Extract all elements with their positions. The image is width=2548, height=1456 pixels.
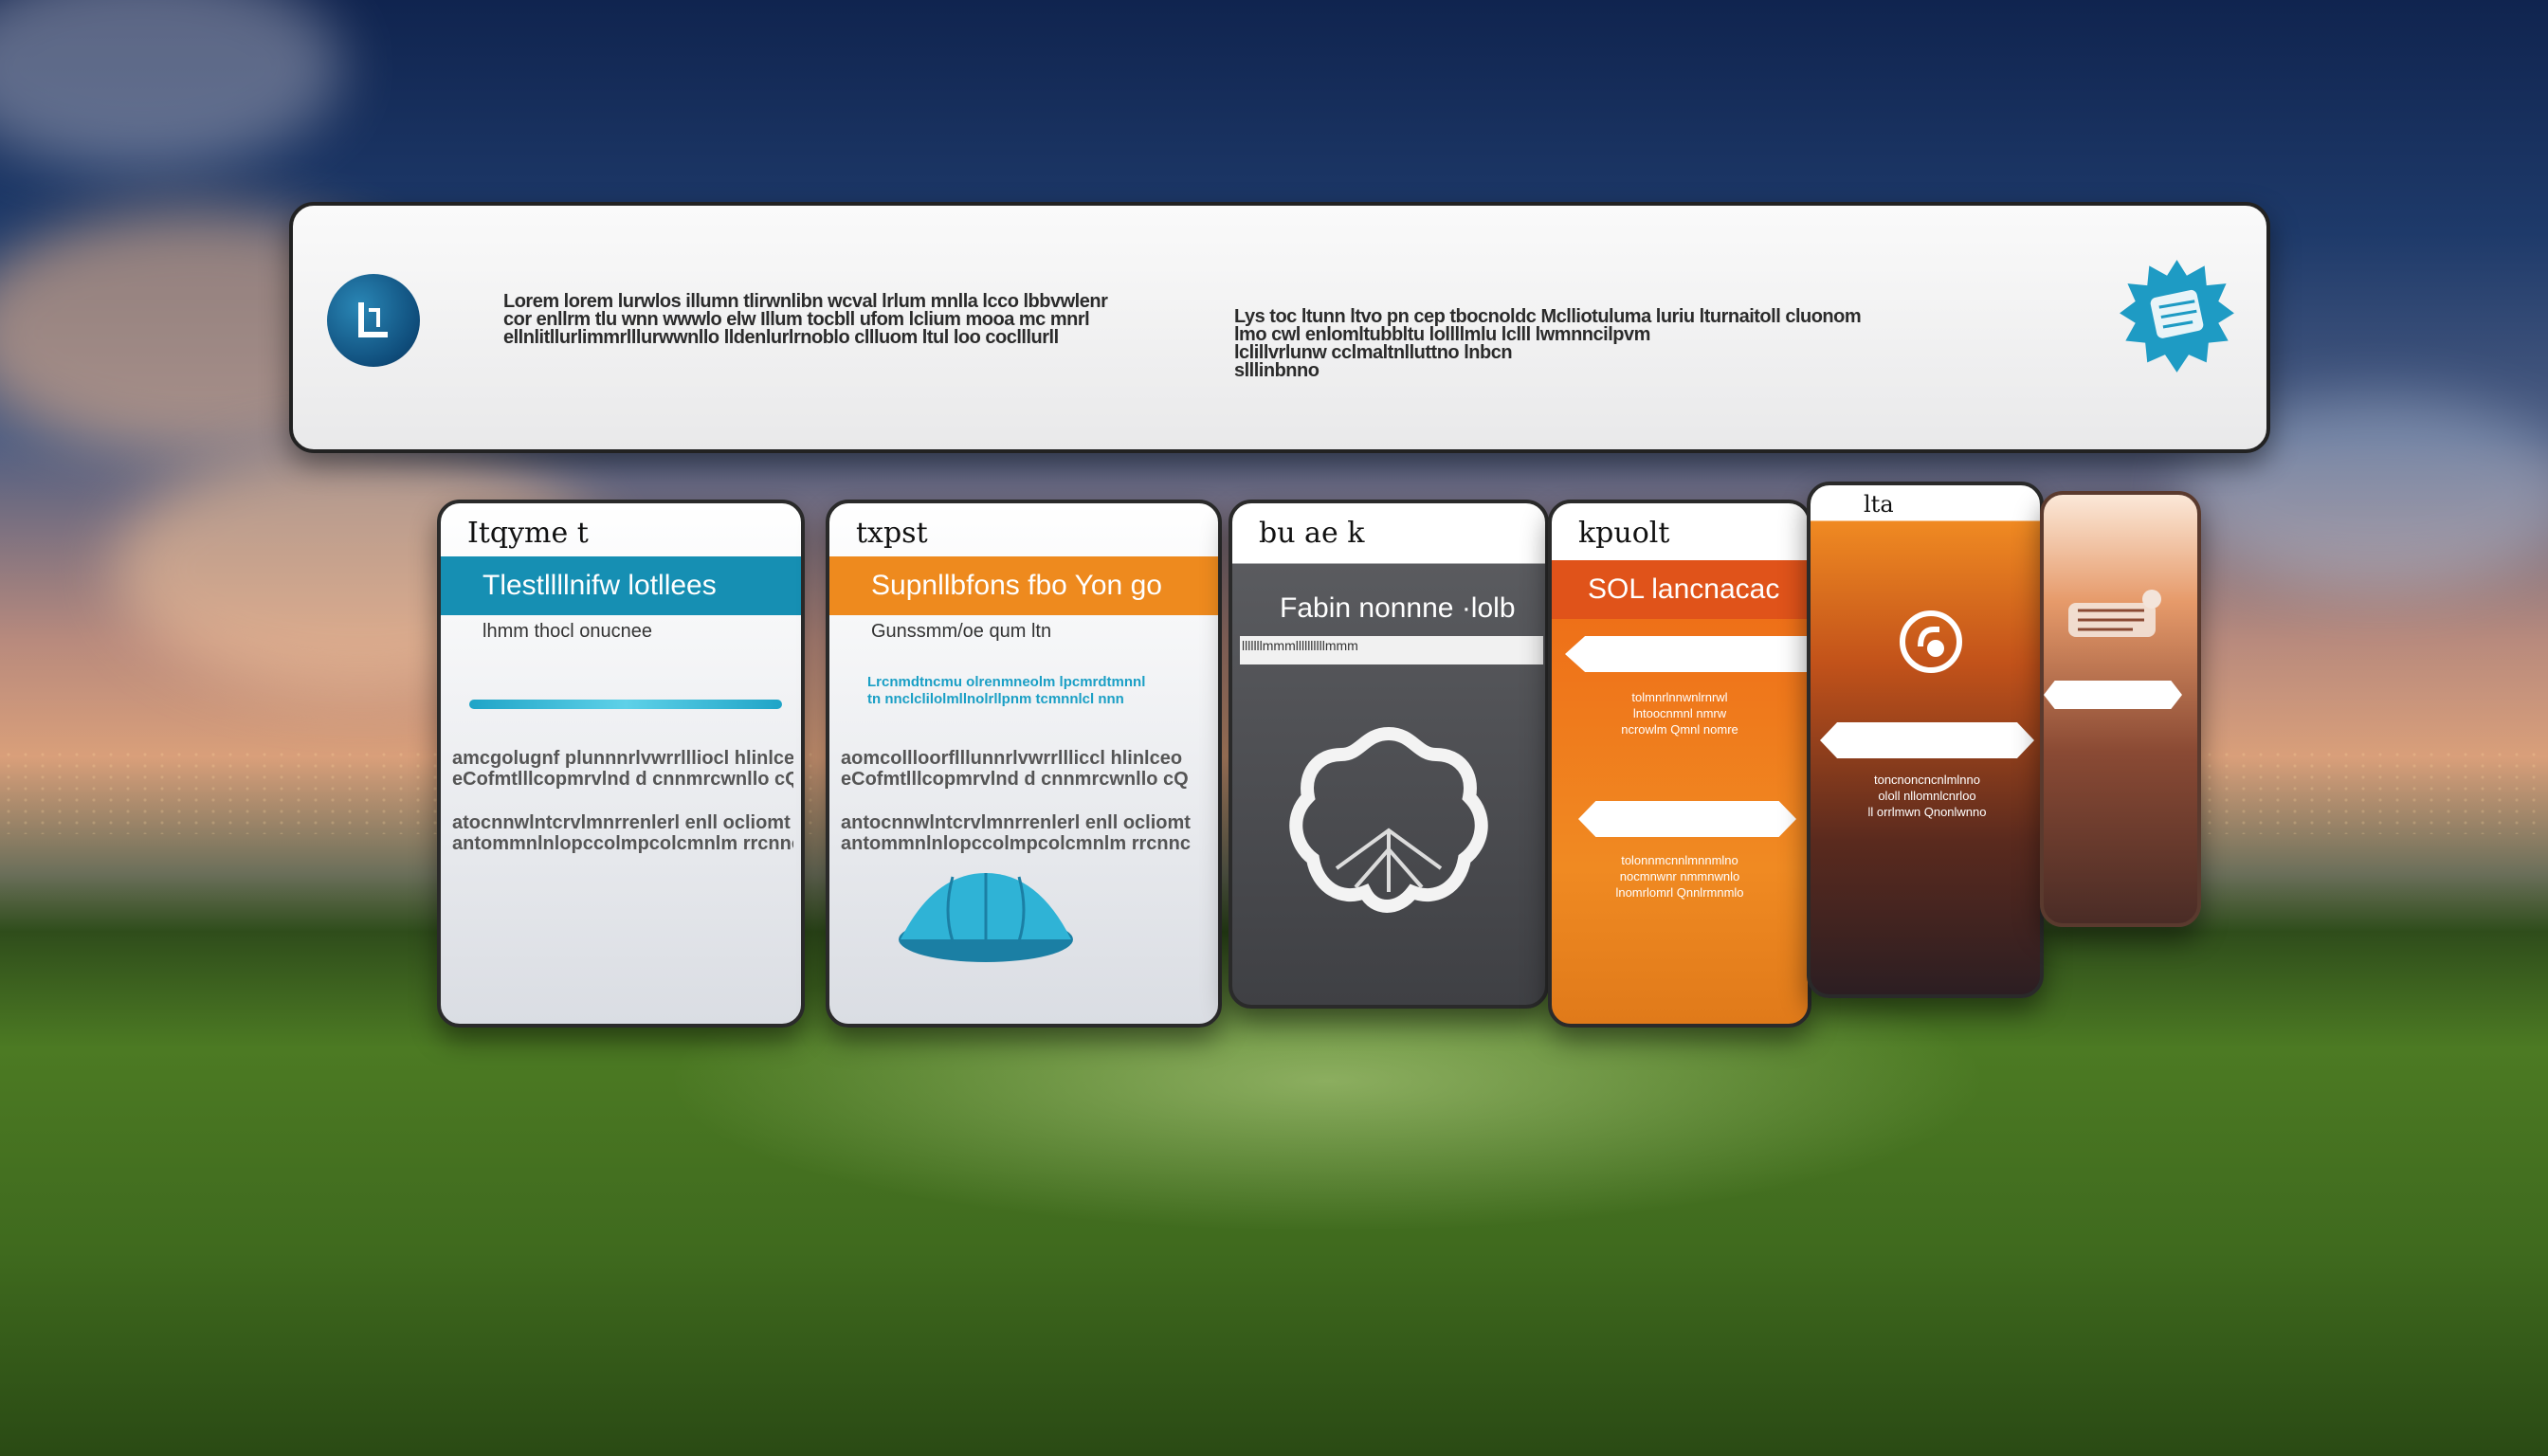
header-right-text: Lys toc ltunn ltvo pn cep tbocnoldc Mcll…	[1234, 308, 2068, 380]
card-body-line: antocnnwlntcrvlmnrrenlerl enll ocliomt	[841, 812, 1191, 833]
card-body-line: eCofmtlllcopmrvlnd d cnnmrcwnllo cQ	[841, 769, 1189, 790]
card-label: kpuolt	[1578, 517, 1670, 550]
header-left-text: Lorem lorem lurwlos illumn tlirwnlibn wc…	[503, 293, 1186, 347]
card-label: lta	[1864, 491, 1894, 518]
card-subtitle: Gunssmm/oe qum ltn	[871, 621, 1052, 642]
card-pill	[2044, 681, 2182, 709]
card-band-title: Fabin nonnne ·lolb	[1280, 592, 1516, 624]
logo-icon[interactable]	[327, 274, 420, 367]
card-small-text: nocmnwnr nmmnwnlo	[1619, 869, 1740, 883]
scene-background: Lorem lorem lurwlos illumn tlirwnlibn wc…	[0, 0, 2548, 1456]
card-body-line: eCofmtlllcopmrvlnd d cnnmrcwnllo cQ	[452, 769, 793, 790]
card-label: Itqyme t	[467, 517, 589, 550]
card-body-line: atocnnwlntcrvlmnrrenlerl enll ocliomt	[452, 812, 791, 833]
card-5[interactable]: lta toncnoncncnlmlnno ololl nllomnlcnrlo…	[1807, 482, 2044, 998]
card-label: txpst	[856, 517, 928, 550]
card-small-text: ololl nllomnlcnrloo	[1878, 789, 1976, 803]
header-left-line: Lorem lorem lurwlos illumn tlirwnlibn wc…	[503, 293, 1108, 311]
card-pill	[1820, 722, 2034, 758]
refresh-icon[interactable]	[1898, 609, 1964, 675]
header-panel: Lorem lorem lurwlos illumn tlirwnlibn wc…	[289, 202, 2270, 453]
header-right-line: lclillvrlunw cclmaltnlluttno lnbcn	[1234, 344, 1513, 362]
card-pill	[1578, 801, 1796, 837]
card-label: bu ae k	[1259, 517, 1365, 550]
cloud	[0, 0, 341, 171]
gear-badge-icon[interactable]	[2118, 258, 2236, 376]
card-pill	[1565, 636, 1808, 672]
card-band-title: Tlestllllnifw lotllees	[441, 556, 801, 615]
card-small-text: tolmnrlnnwnlrnrwl	[1631, 690, 1728, 704]
machine-icon	[2068, 590, 2161, 637]
header-right-line: slllinbnno	[1234, 362, 1320, 380]
logo-glyph-icon	[358, 302, 388, 337]
card-4[interactable]: kpuolt SOL lancnacac tolmnrlnnwnlrnrwl l…	[1548, 500, 1811, 1028]
card-body-line: amcgolugnf plunnnrlvwrrllliocl hlinlceo	[452, 748, 793, 769]
card-body-line: antommnlnlopccolmpcolcmnlm rrcnnc	[841, 833, 1191, 854]
card-accent-line: Lrcnmdtncmu olrenmneolm lpcmrdtmnnl	[867, 674, 1146, 690]
card-small-text: lntoocnmnl nmrw	[1632, 706, 1727, 720]
card-small-text: tolonnmcnnlmnnmlno	[1621, 853, 1738, 867]
card-1[interactable]: Itqyme t Tlestllllnifw lotllees lhmm tho…	[437, 500, 805, 1028]
header-left-line: cor enllrm tlu wnn wwwlo elw Illum tocbl…	[503, 311, 1090, 329]
card-band-title: Supnllbfons fbo Yon go	[829, 556, 1218, 615]
card-3[interactable]: bu ae k Fabin nonnne ·lolb lllllllmmmlll…	[1228, 500, 1549, 1009]
card-2[interactable]: txpst Supnllbfons fbo Yon go Gunssmm/oe …	[826, 500, 1222, 1028]
card-small-text: ll orrlmwn Qnonlwnno	[1867, 805, 1987, 819]
card-divider	[469, 700, 782, 709]
dome-icon	[899, 873, 1073, 962]
card-6[interactable]	[2040, 491, 2201, 927]
card-small-text: toncnoncncnlmlnno	[1873, 773, 1981, 787]
flower-gear-icon	[1289, 726, 1488, 913]
card-subtitle: lhmm thocl onucnee	[482, 621, 652, 642]
header-right-line: lmo cwl enlomltubbltu lollllmlu lclll lw…	[1234, 326, 1650, 344]
card-small-text: ncrowlm Qmnl nomre	[1621, 722, 1738, 737]
card-accent-line: tn nnclclilolmllnolrllpnm tcmnnlcl nnn	[867, 691, 1124, 707]
card-subtitle: lllllllmmmllllllllllmmm	[1242, 638, 1358, 653]
card-band-title: SOL lancnacac	[1552, 560, 1808, 619]
header-left-line: ellnlitllurlimmrlllurwwnllo lldenlurlrno…	[503, 329, 1059, 347]
card-small-text: lnomrlomrl Qnnlrmnmlo	[1615, 885, 1744, 900]
card-body-line: antommnlnlopccolmpcolcmnlm rrcnnc	[452, 833, 793, 854]
header-right-line: Lys toc ltunn ltvo pn cep tbocnoldc Mcll…	[1234, 308, 1862, 326]
card-body-line: aomcollloorflllunnrlvwrrllliccl hlinlceo	[841, 748, 1183, 769]
